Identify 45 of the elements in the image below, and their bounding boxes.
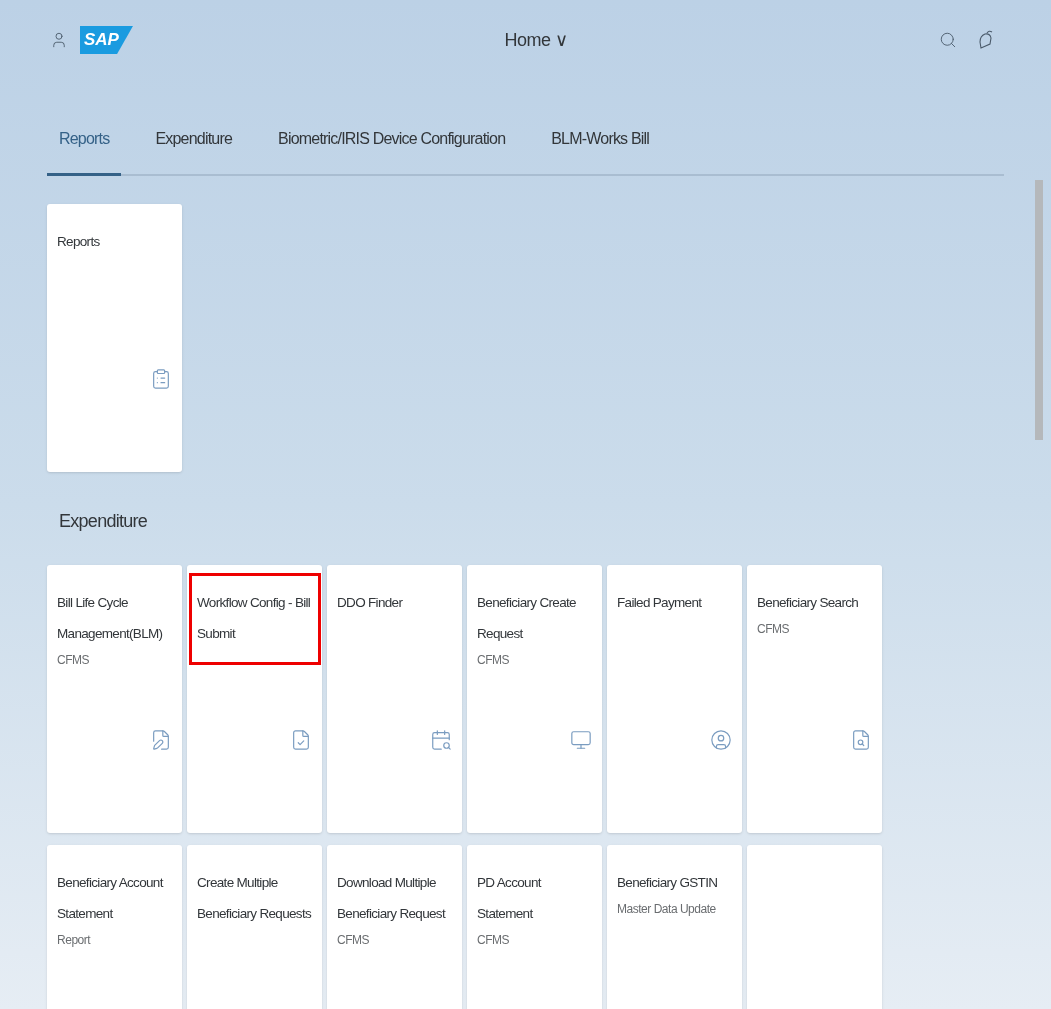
app-tile[interactable]: Reports (47, 204, 182, 472)
document-search-icon (850, 727, 872, 753)
tile-subtitle: Report (57, 932, 92, 949)
clipboard-list-icon (150, 366, 172, 392)
tab[interactable]: Biometric/IRIS Device Configuration (266, 127, 518, 176)
tab[interactable]: BLM-Works Bill (539, 127, 662, 176)
tile-title: Beneficiary GSTIN (617, 874, 719, 892)
tile-subtitle: CFMS (337, 932, 371, 949)
app-tile[interactable]: Beneficiary Create Request CFMS (467, 565, 602, 833)
tile-title: Create Multiple Beneficiary Requests (197, 874, 312, 923)
tile-title: Workflow Config - Bill Submit (197, 594, 312, 643)
section-title: Expenditure (58, 510, 149, 533)
tile-title: Beneficiary Search (757, 594, 860, 612)
tab[interactable]: Expenditure (143, 127, 245, 176)
app-tile[interactable]: PD Account Statement CFMS (467, 845, 602, 1009)
tile-title: Failed Payment (617, 594, 703, 612)
app-tile[interactable]: Download Multiple Beneficiary Request CFMS (327, 845, 462, 1009)
document-edit-icon (150, 727, 172, 753)
search-icon[interactable] (939, 31, 957, 49)
tile-title: Download Multiple Beneficiary Request (337, 874, 447, 923)
tile-title: Beneficiary Account Statement (57, 874, 165, 923)
app-tile[interactable]: Beneficiary GSTIN Master Data Update (607, 845, 742, 1009)
tile-subtitle: CFMS (477, 932, 511, 949)
app-tile[interactable]: Workflow Config - Bill Submit (187, 565, 322, 833)
tile-title: DDO Finder (337, 594, 404, 612)
tab[interactable]: Reports (47, 127, 122, 176)
tile-subtitle: CFMS (757, 621, 791, 638)
tile-subtitle: CFMS (477, 652, 511, 669)
tile-title: Beneficiary Create Request (477, 594, 577, 643)
app-tile[interactable]: DDO Finder (327, 565, 462, 833)
user-circle-icon (710, 727, 732, 753)
app-tile[interactable]: Failed Payment (607, 565, 742, 833)
app-tile[interactable]: Beneficiary Account Statement Report (47, 845, 182, 1009)
tile-subtitle: Master Data Update (617, 901, 717, 918)
tile-title: PD Account Statement (477, 874, 543, 923)
app-tile[interactable]: Beneficiary Search CFMS (747, 565, 882, 833)
calendar-search-icon (430, 727, 452, 753)
app-tile[interactable]: Create Multiple Beneficiary Requests (187, 845, 322, 1009)
tile-title: Bill Life Cycle Management(BLM) (57, 594, 164, 643)
app-tile[interactable]: Bill Life Cycle Management(BLM) CFMS (47, 565, 182, 833)
tile-subtitle: CFMS (57, 652, 91, 669)
scrollbar-thumb[interactable] (1035, 180, 1043, 440)
home-menu[interactable]: Home ∨ (504, 26, 568, 54)
tile-title: Reports (57, 233, 101, 251)
document-check-icon (290, 727, 312, 753)
